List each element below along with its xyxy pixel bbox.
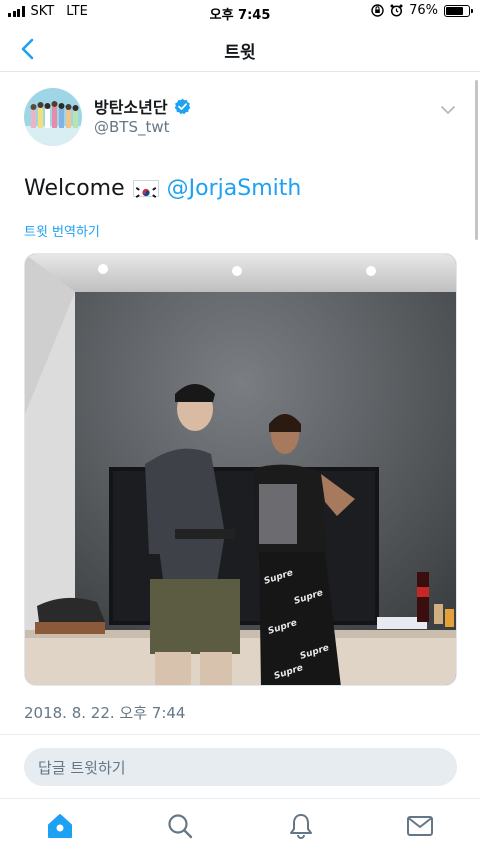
back-button[interactable] <box>14 36 40 62</box>
tweet-timestamp: 2018. 8. 22. 오후 7:44 <box>24 704 186 722</box>
avatar-image <box>24 88 82 146</box>
author-name-row[interactable]: 방탄소년단 <box>94 94 191 118</box>
battery-percent: 76% <box>409 3 438 18</box>
tweet-text-prefix: Welcome <box>24 176 125 201</box>
tweet-text: Welcome @JorjaSmith <box>24 176 301 201</box>
reply-input[interactable]: 답글 트윗하기 <box>24 748 457 786</box>
author-name: 방탄소년단 <box>94 98 168 117</box>
photo-image: Supre Supre Supre Supre Supre <box>25 254 456 685</box>
verified-badge-icon <box>174 98 190 114</box>
nav-bar: 트윗 <box>0 26 480 72</box>
korea-flag-icon <box>132 180 159 198</box>
tab-home[interactable] <box>45 811 75 841</box>
tweet-menu-button[interactable] <box>440 100 460 116</box>
home-icon <box>48 814 72 838</box>
tab-notifications[interactable] <box>286 811 316 841</box>
bell-icon <box>290 814 312 839</box>
page-title: 트윗 <box>224 43 256 63</box>
battery-icon <box>444 4 473 17</box>
alarm-icon <box>390 4 403 17</box>
tab-search[interactable] <box>165 811 195 841</box>
mail-icon <box>407 816 433 836</box>
tab-messages[interactable] <box>405 811 435 841</box>
chevron-down-icon <box>441 106 455 114</box>
tab-bar <box>0 798 480 853</box>
battery-fill <box>446 6 463 15</box>
mention-link[interactable]: @JorjaSmith <box>167 176 302 201</box>
author-handle[interactable]: @BTS_twt <box>94 118 170 136</box>
avatar[interactable] <box>24 88 82 146</box>
status-bar: SKT LTE 오후 7:45 76% <box>0 0 480 24</box>
divider <box>0 734 480 735</box>
status-right: 76% <box>371 3 473 18</box>
translate-tweet-link[interactable]: 트윗 번역하기 <box>24 221 100 240</box>
scrollbar[interactable] <box>475 80 478 240</box>
tweet-photo[interactable]: Supre Supre Supre Supre Supre <box>24 253 457 686</box>
search-icon <box>168 814 193 839</box>
chevron-left-icon <box>21 38 34 60</box>
rotation-lock-icon <box>371 4 384 17</box>
